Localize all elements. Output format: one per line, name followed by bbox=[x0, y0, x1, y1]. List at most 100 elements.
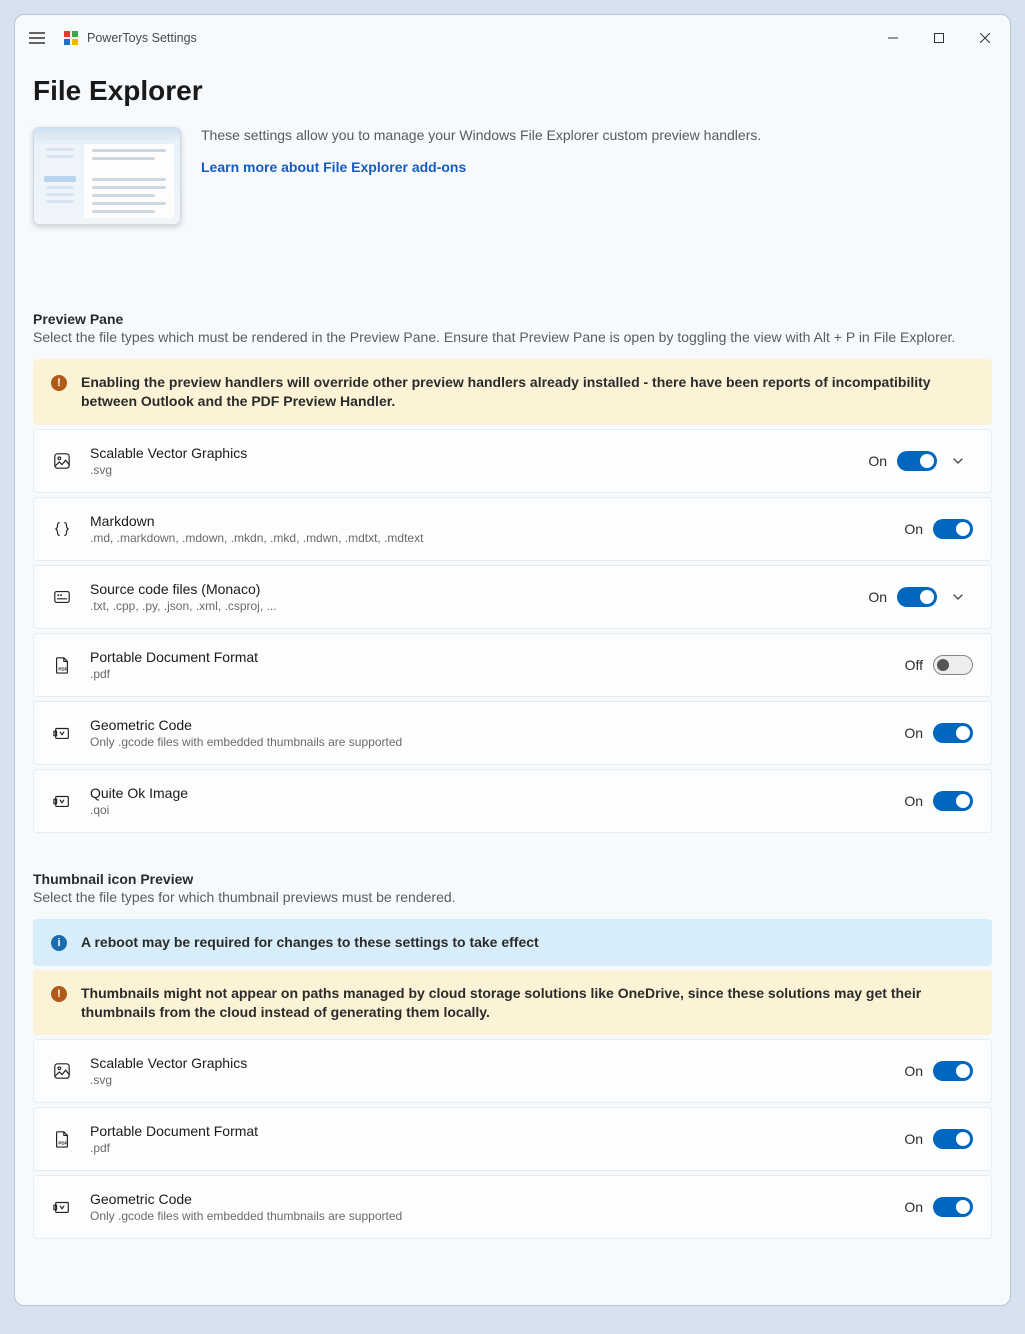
setting-subtitle: .md, .markdown, .mdown, .mkdn, .mkd, .md… bbox=[90, 531, 904, 545]
pdf-icon: PDF bbox=[52, 655, 72, 675]
titlebar: PowerToys Settings bbox=[15, 15, 1010, 61]
toggle-switch[interactable] bbox=[933, 1061, 973, 1081]
toggle-state-label: On bbox=[868, 453, 887, 469]
setting-subtitle: .svg bbox=[90, 1073, 904, 1087]
setting-subtitle: Only .gcode files with embedded thumbnai… bbox=[90, 735, 904, 749]
gcode-icon bbox=[52, 723, 72, 743]
setting-title: Portable Document Format bbox=[90, 1123, 904, 1139]
section-description: Select the file types for which thumbnai… bbox=[33, 889, 992, 905]
toggle-state-label: On bbox=[904, 1131, 923, 1147]
close-button[interactable] bbox=[962, 22, 1008, 54]
setting-title: Markdown bbox=[90, 513, 904, 529]
setting-card: Markdown .md, .markdown, .mdown, .mkdn, .… bbox=[33, 497, 992, 561]
setting-text: Geometric Code Only .gcode files with emb… bbox=[90, 717, 904, 749]
chevron-down-icon bbox=[952, 591, 964, 603]
setting-subtitle: .pdf bbox=[90, 1141, 904, 1155]
code-icon bbox=[52, 587, 72, 607]
setting-subtitle: .pdf bbox=[90, 667, 905, 681]
minimize-icon bbox=[888, 33, 898, 43]
hamburger-icon bbox=[29, 32, 45, 44]
toggle-state-label: On bbox=[868, 589, 887, 605]
section-description: Select the file types which must be rend… bbox=[33, 329, 992, 345]
svg-text:PDF: PDF bbox=[58, 666, 67, 671]
toggle-switch[interactable] bbox=[933, 519, 973, 539]
hero-thumbnail bbox=[33, 127, 181, 225]
gcode-icon bbox=[52, 791, 72, 811]
hero-section: These settings allow you to manage your … bbox=[33, 127, 992, 225]
expand-button[interactable] bbox=[943, 591, 973, 603]
setting-card: Scalable Vector Graphics .svgOn bbox=[33, 1039, 992, 1103]
preview-pane-section-header: Preview Pane Select the file types which… bbox=[33, 311, 992, 345]
image-icon bbox=[52, 1061, 72, 1081]
setting-text: Source code files (Monaco) .txt, .cpp, .p… bbox=[90, 581, 868, 613]
hero-description: These settings allow you to manage your … bbox=[201, 127, 761, 143]
setting-card: PDFPortable Document Format.pdfOff bbox=[33, 633, 992, 697]
info-banner: i A reboot may be required for changes t… bbox=[33, 919, 992, 966]
warning-icon: ! bbox=[51, 375, 67, 391]
setting-title: Source code files (Monaco) bbox=[90, 581, 868, 597]
toggle-switch[interactable] bbox=[933, 723, 973, 743]
chevron-down-icon bbox=[952, 455, 964, 467]
warning-banner: ! Thumbnails might not appear on paths m… bbox=[33, 970, 992, 1036]
section-title: Thumbnail icon Preview bbox=[33, 871, 992, 887]
warning-text: Enabling the preview handlers will overr… bbox=[81, 373, 974, 411]
toggle-state-label: On bbox=[904, 1063, 923, 1079]
toggle-switch[interactable] bbox=[933, 791, 973, 811]
setting-card: Geometric Code Only .gcode files with emb… bbox=[33, 701, 992, 765]
setting-text: Geometric Code Only .gcode files with emb… bbox=[90, 1191, 904, 1223]
toggle-switch[interactable] bbox=[933, 1129, 973, 1149]
toggle-switch[interactable] bbox=[897, 587, 937, 607]
toggle-switch[interactable] bbox=[933, 655, 973, 675]
setting-card: Geometric Code Only .gcode files with emb… bbox=[33, 1175, 992, 1239]
learn-more-link[interactable]: Learn more about File Explorer add-ons bbox=[201, 159, 466, 175]
page-title: File Explorer bbox=[33, 75, 992, 107]
setting-subtitle: .txt, .cpp, .py, .json, .xml, .csproj, .… bbox=[90, 599, 868, 613]
setting-text: Scalable Vector Graphics .svg bbox=[90, 1055, 904, 1087]
setting-card: Scalable Vector Graphics .svgOn bbox=[33, 429, 992, 493]
setting-text: Scalable Vector Graphics .svg bbox=[90, 445, 868, 477]
setting-subtitle: .qoi bbox=[90, 803, 904, 817]
setting-title: Geometric Code bbox=[90, 717, 904, 733]
warning-banner: ! Enabling the preview handlers will ove… bbox=[33, 359, 992, 425]
setting-card: PDF Portable Document Format .pdfOn bbox=[33, 1107, 992, 1171]
toggle-switch[interactable] bbox=[933, 1197, 973, 1217]
setting-title: Geometric Code bbox=[90, 1191, 904, 1207]
setting-subtitle: .svg bbox=[90, 463, 868, 477]
thumbnail-section-header: Thumbnail icon Preview Select the file t… bbox=[33, 871, 992, 905]
toggle-state-label: On bbox=[904, 793, 923, 809]
info-text: A reboot may be required for changes to … bbox=[81, 933, 539, 952]
app-title: PowerToys Settings bbox=[87, 31, 197, 45]
braces-icon bbox=[52, 519, 72, 539]
app-icon bbox=[63, 30, 79, 46]
content-area: File Explorer These settings allow you t… bbox=[15, 61, 1010, 1305]
setting-card: Quite Ok Image .qoiOn bbox=[33, 769, 992, 833]
expand-button[interactable] bbox=[943, 455, 973, 467]
minimize-button[interactable] bbox=[870, 22, 916, 54]
toggle-switch[interactable] bbox=[897, 451, 937, 471]
maximize-icon bbox=[934, 33, 944, 43]
maximize-button[interactable] bbox=[916, 22, 962, 54]
warning-icon: ! bbox=[51, 986, 67, 1002]
setting-title: Quite Ok Image bbox=[90, 785, 904, 801]
setting-text: Portable Document Format .pdf bbox=[90, 649, 905, 681]
gcode-icon bbox=[52, 1197, 72, 1217]
hamburger-menu-button[interactable] bbox=[17, 18, 57, 58]
image-icon bbox=[52, 451, 72, 471]
setting-title: Portable Document Format bbox=[90, 649, 905, 665]
toggle-state-label: On bbox=[904, 521, 923, 537]
toggle-state-label: On bbox=[904, 725, 923, 741]
setting-text: Portable Document Format .pdf bbox=[90, 1123, 904, 1155]
setting-subtitle: Only .gcode files with embedded thumbnai… bbox=[90, 1209, 904, 1223]
app-window: PowerToys Settings File Explorer These s… bbox=[14, 14, 1011, 1306]
info-icon: i bbox=[51, 935, 67, 951]
setting-text: Quite Ok Image .qoi bbox=[90, 785, 904, 817]
warning-text: Thumbnails might not appear on paths man… bbox=[81, 984, 974, 1022]
toggle-state-label: On bbox=[904, 1199, 923, 1215]
setting-text: Markdown .md, .markdown, .mdown, .mkdn, .… bbox=[90, 513, 904, 545]
setting-title: Scalable Vector Graphics bbox=[90, 1055, 904, 1071]
setting-title: Scalable Vector Graphics bbox=[90, 445, 868, 461]
section-title: Preview Pane bbox=[33, 311, 992, 327]
pdf-icon: PDF bbox=[52, 1129, 72, 1149]
setting-card: Source code files (Monaco) .txt, .cpp, .p… bbox=[33, 565, 992, 629]
svg-text:PDF: PDF bbox=[58, 1141, 67, 1146]
